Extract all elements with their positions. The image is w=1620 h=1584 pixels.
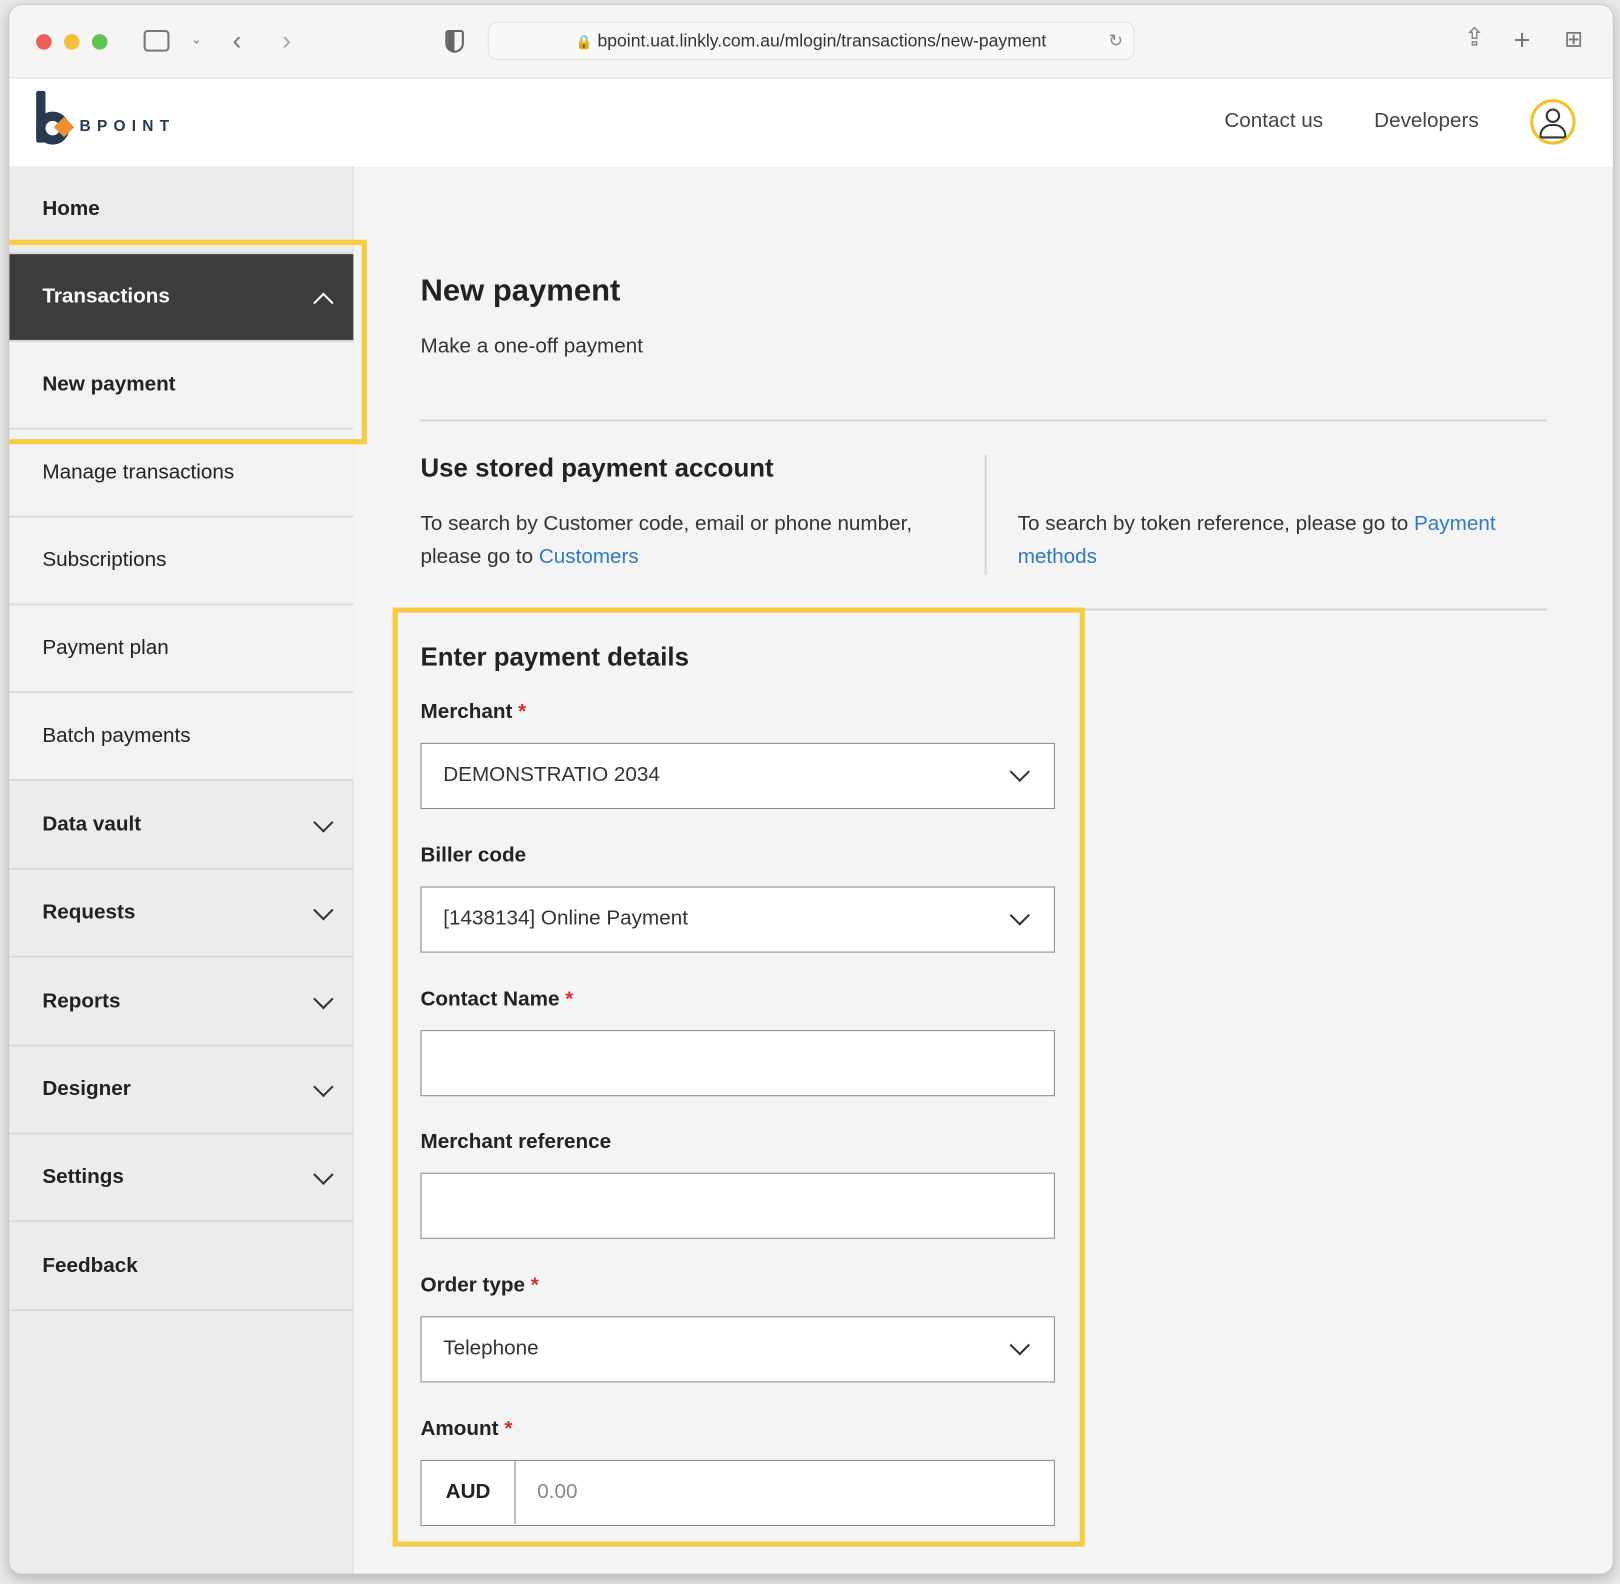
contact-name-input[interactable] bbox=[420, 1030, 1055, 1097]
contact-name-label: Contact Name * bbox=[420, 987, 574, 1011]
forward-icon[interactable]: › bbox=[282, 27, 291, 54]
share-icon[interactable]: ⇪ bbox=[1464, 25, 1485, 51]
sidebar-item-designer[interactable]: Designer bbox=[9, 1047, 354, 1135]
new-tab-icon[interactable]: + bbox=[1514, 25, 1531, 55]
sidebar-item-requests[interactable]: Requests bbox=[9, 870, 354, 958]
amount-label: Amount * bbox=[420, 1417, 513, 1441]
biller-code-label: Biller code bbox=[420, 844, 527, 867]
minimize-window-button[interactable] bbox=[64, 34, 80, 50]
merchant-select[interactable]: DEMONSTRATIO 2034 bbox=[420, 742, 1055, 809]
user-avatar-icon[interactable] bbox=[1530, 99, 1576, 145]
chevron-down-icon bbox=[313, 1164, 334, 1185]
page-subtitle: Make a one-off payment bbox=[420, 334, 643, 358]
back-icon[interactable]: ‹ bbox=[232, 27, 241, 54]
close-window-button[interactable] bbox=[36, 34, 52, 50]
amount-field: AUD 0.00 bbox=[420, 1459, 1055, 1527]
biller-code-select[interactable]: [1438134] Online Payment bbox=[420, 886, 1055, 953]
chevron-down-icon bbox=[313, 1076, 334, 1098]
sidebar-item-reports[interactable]: Reports bbox=[9, 959, 354, 1047]
sidebar-item-batch-payments[interactable]: Batch payments bbox=[9, 693, 354, 782]
chevron-down-icon bbox=[313, 812, 334, 833]
sidebar-item-payment-plan[interactable]: Payment plan bbox=[9, 605, 354, 694]
stored-account-token-text: To search by token reference, please go … bbox=[1017, 512, 1496, 569]
bpoint-logo[interactable]: BPOINT bbox=[36, 90, 181, 149]
chevron-down-icon bbox=[313, 900, 334, 921]
amount-input[interactable]: 0.00 bbox=[537, 1461, 577, 1524]
highlight-box-sidebar bbox=[9, 239, 367, 445]
site-header: BPOINT Contact us Developers bbox=[9, 78, 1613, 167]
address-bar[interactable]: 🔒 bpoint.uat.linkly.com.au/mlogin/transa… bbox=[487, 21, 1135, 60]
payment-details-heading: Enter payment details bbox=[420, 642, 689, 672]
chevron-down-icon[interactable]: ⌄ bbox=[191, 33, 201, 45]
chevron-down-icon bbox=[1009, 905, 1030, 926]
divider bbox=[420, 419, 1547, 422]
divider bbox=[1083, 608, 1547, 611]
stored-account-heading: Use stored payment account bbox=[420, 453, 774, 483]
browser-toolbar: ⌄ ‹ › 🔒 bpoint.uat.linkly.com.au/mlogin/… bbox=[9, 5, 1613, 79]
sidebar-item-data-vault[interactable]: Data vault bbox=[9, 782, 354, 870]
contact-us-link[interactable]: Contact us bbox=[1224, 110, 1323, 134]
developers-link[interactable]: Developers bbox=[1374, 110, 1479, 134]
order-type-select[interactable]: Telephone bbox=[420, 1316, 1055, 1383]
merchant-label: Merchant * bbox=[420, 700, 527, 724]
customers-link[interactable]: Customers bbox=[539, 546, 639, 569]
stored-account-customer-text: To search by Customer code, email or pho… bbox=[420, 512, 913, 569]
logo-text: BPOINT bbox=[79, 117, 176, 136]
browser-window: ⌄ ‹ › 🔒 bpoint.uat.linkly.com.au/mlogin/… bbox=[9, 5, 1613, 1574]
shield-icon[interactable] bbox=[445, 29, 464, 53]
order-type-label: Order type * bbox=[420, 1273, 539, 1297]
vertical-divider bbox=[984, 454, 987, 575]
chevron-down-icon bbox=[1009, 761, 1030, 783]
sidebar-toggle-icon[interactable] bbox=[143, 29, 170, 52]
tab-overview-icon[interactable]: ⊞ bbox=[1564, 27, 1583, 51]
page-title: New payment bbox=[420, 273, 621, 308]
reload-icon[interactable]: ↻ bbox=[1108, 23, 1123, 59]
lock-icon: 🔒 bbox=[575, 34, 593, 50]
chevron-down-icon bbox=[1009, 1334, 1030, 1356]
maximize-window-button[interactable] bbox=[91, 34, 108, 50]
merchant-reference-label: Merchant reference bbox=[420, 1130, 612, 1154]
sidebar-item-settings[interactable]: Settings bbox=[9, 1134, 354, 1223]
chevron-down-icon bbox=[313, 988, 334, 1010]
currency-label: AUD bbox=[422, 1460, 516, 1524]
sidebar-item-feedback[interactable]: Feedback bbox=[9, 1223, 354, 1312]
merchant-reference-input[interactable] bbox=[420, 1172, 1055, 1239]
sidebar-item-subscriptions[interactable]: Subscriptions bbox=[9, 517, 354, 606]
url-text: bpoint.uat.linkly.com.au/mlogin/transact… bbox=[597, 30, 1047, 51]
